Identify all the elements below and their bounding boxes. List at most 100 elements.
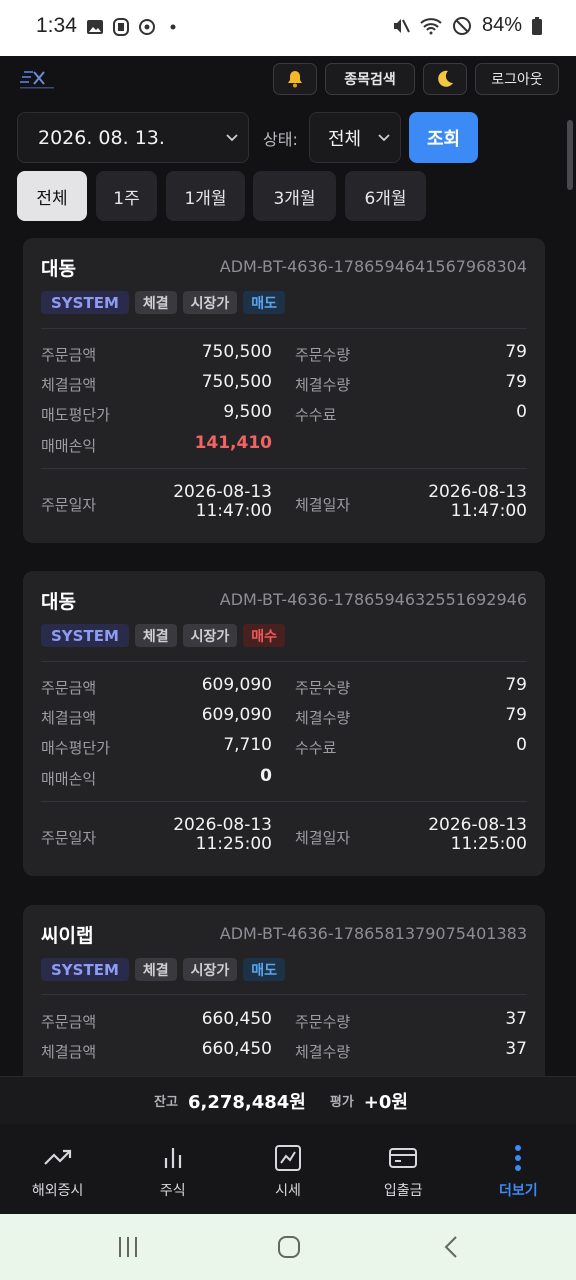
divider xyxy=(41,801,527,802)
order-type-badge: 시장가 xyxy=(182,624,238,647)
mute-icon xyxy=(393,18,410,33)
period-tab-6m[interactable]: 6개월 xyxy=(345,171,426,221)
fee-label: 수수료 xyxy=(295,739,337,757)
exec-qty-label: 체결수량 xyxy=(295,376,351,394)
exec-datetime: 2026-08-13 11:25:00 xyxy=(428,816,527,854)
scrollbar[interactable] xyxy=(567,120,573,190)
order-amount-value: 750,500 xyxy=(201,342,272,362)
chevron-down-icon xyxy=(378,134,390,142)
exec-qty-label: 체결수량 xyxy=(295,709,351,727)
bell-icon xyxy=(288,71,302,88)
order-datetime: 2026-08-13 11:25:00 xyxy=(173,816,272,854)
nav-deposit-withdraw[interactable]: 입출금 xyxy=(346,1124,461,1214)
theme-toggle-button[interactable] xyxy=(423,63,467,95)
order-id: ADM-BT-4636-1786594632551692946 xyxy=(219,590,527,609)
more-vertical-icon xyxy=(515,1145,522,1171)
order-amount-label: 주문금액 xyxy=(41,679,97,697)
eval-value: +0원 xyxy=(363,1091,408,1113)
exec-time-value: 11:47:00 xyxy=(450,501,527,521)
exec-date-value: 2026-08-13 xyxy=(428,482,527,502)
order-amount-label: 주문금액 xyxy=(41,1013,97,1031)
stock-search-button[interactable]: 종목검색 xyxy=(325,63,415,95)
order-time-value: 11:25:00 xyxy=(195,834,272,854)
exec-amount-label: 체결금액 xyxy=(41,376,97,394)
home-icon[interactable] xyxy=(277,1235,301,1259)
order-qty-label: 주문수량 xyxy=(295,679,351,697)
battery-percent: 84% xyxy=(481,14,522,36)
exec-qty-value: 79 xyxy=(505,372,527,392)
wifi-icon xyxy=(420,17,442,34)
logout-button[interactable]: 로그아웃 xyxy=(475,63,559,95)
app-logo[interactable] xyxy=(18,68,58,90)
balance-value: 6,278,484원 xyxy=(187,1091,306,1113)
state-select[interactable]: 전체 xyxy=(309,112,401,163)
order-card[interactable]: 대동 ADM-BT-4636-1786594641567968304 SYSTE… xyxy=(23,238,545,543)
more-notifications-icon xyxy=(170,24,176,30)
order-date-label: 주문일자 xyxy=(41,496,97,514)
period-tab-1m[interactable]: 1개월 xyxy=(166,171,245,221)
system-nav-bar xyxy=(0,1214,576,1280)
chevron-down-icon xyxy=(226,134,238,142)
exec-amount-value: 609,090 xyxy=(201,705,272,725)
order-amount-value: 609,090 xyxy=(201,675,272,695)
bottom-nav: 해외증시 주식 시세 입출금 더보기 xyxy=(0,1124,576,1214)
exec-qty-value: 37 xyxy=(505,1039,527,1059)
balance-summary-bar: 잔고 6,278,484원 평가 +0원 xyxy=(0,1076,576,1124)
exec-qty-value: 79 xyxy=(505,705,527,725)
status-time: 1:34 xyxy=(36,14,77,37)
state-value: 전체 xyxy=(328,128,362,150)
order-card[interactable]: 대동 ADM-BT-4636-1786594632551692946 SYSTE… xyxy=(23,571,545,876)
order-type-badge: 시장가 xyxy=(182,291,238,314)
source-badge: SYSTEM xyxy=(41,624,129,647)
order-amount-label: 주문금액 xyxy=(41,346,97,364)
fee-label: 수수료 xyxy=(295,406,337,424)
pnl-value: 0 xyxy=(260,766,272,786)
avg-price-label: 매수평단가 xyxy=(41,739,111,757)
moon-icon xyxy=(438,70,453,87)
notification-icons xyxy=(86,18,182,36)
nav-label: 시세 xyxy=(275,1183,301,1199)
date-select[interactable]: 2026. 08. 13. xyxy=(17,112,249,163)
trending-up-icon xyxy=(43,1149,71,1165)
nav-overseas-market[interactable]: 해외증시 xyxy=(0,1124,115,1214)
side-badge: 매수 xyxy=(243,624,286,647)
recent-apps-icon[interactable] xyxy=(116,1235,140,1259)
fee-value: 0 xyxy=(516,735,527,755)
notification-button[interactable] xyxy=(273,63,317,95)
stock-name: 씨이랩 xyxy=(41,925,94,947)
order-date-value: 2026-08-13 xyxy=(173,815,272,835)
exec-amount-value: 660,450 xyxy=(201,1039,272,1059)
period-tab-1w[interactable]: 1주 xyxy=(96,171,157,221)
order-id: ADM-BT-4636-1786594641567968304 xyxy=(219,257,527,276)
order-qty-label: 주문수량 xyxy=(295,1013,351,1031)
order-qty-value: 37 xyxy=(505,1009,527,1029)
app-icon xyxy=(113,18,129,36)
back-icon[interactable] xyxy=(442,1235,460,1259)
status-badge: 체결 xyxy=(134,291,177,314)
source-badge: SYSTEM xyxy=(41,958,129,981)
eval-label: 평가 xyxy=(329,1095,354,1110)
nav-stocks[interactable]: 주식 xyxy=(115,1124,230,1214)
nav-label: 더보기 xyxy=(499,1183,538,1199)
order-time-value: 11:47:00 xyxy=(195,501,272,521)
nav-quotes[interactable]: 시세 xyxy=(230,1124,345,1214)
period-tab-3m[interactable]: 3개월 xyxy=(253,171,336,221)
pnl-label: 매매손익 xyxy=(41,437,97,455)
badge-row: SYSTEM 체결 시장가 매도 xyxy=(41,291,286,314)
nav-more[interactable]: 더보기 xyxy=(461,1124,576,1214)
nav-label: 해외증시 xyxy=(31,1183,84,1199)
exec-amount-label: 체결금액 xyxy=(41,709,97,727)
order-date-label: 주문일자 xyxy=(41,829,97,847)
badge-row: SYSTEM 체결 시장가 매도 xyxy=(41,958,286,981)
period-tab-all[interactable]: 전체 xyxy=(17,171,87,221)
order-card[interactable]: 씨이랩 ADM-BT-4636-1786581379075401383 SYST… xyxy=(23,905,545,1105)
gallery-icon xyxy=(87,20,103,34)
status-badge: 체결 xyxy=(134,624,177,647)
side-badge: 매도 xyxy=(243,291,286,314)
stock-name: 대동 xyxy=(41,258,76,280)
exec-date-label: 체결일자 xyxy=(295,496,351,514)
fee-value: 0 xyxy=(516,402,527,422)
status-badge: 체결 xyxy=(134,958,177,981)
query-button[interactable]: 조회 xyxy=(409,112,478,163)
system-indicators: 84% xyxy=(392,14,542,37)
